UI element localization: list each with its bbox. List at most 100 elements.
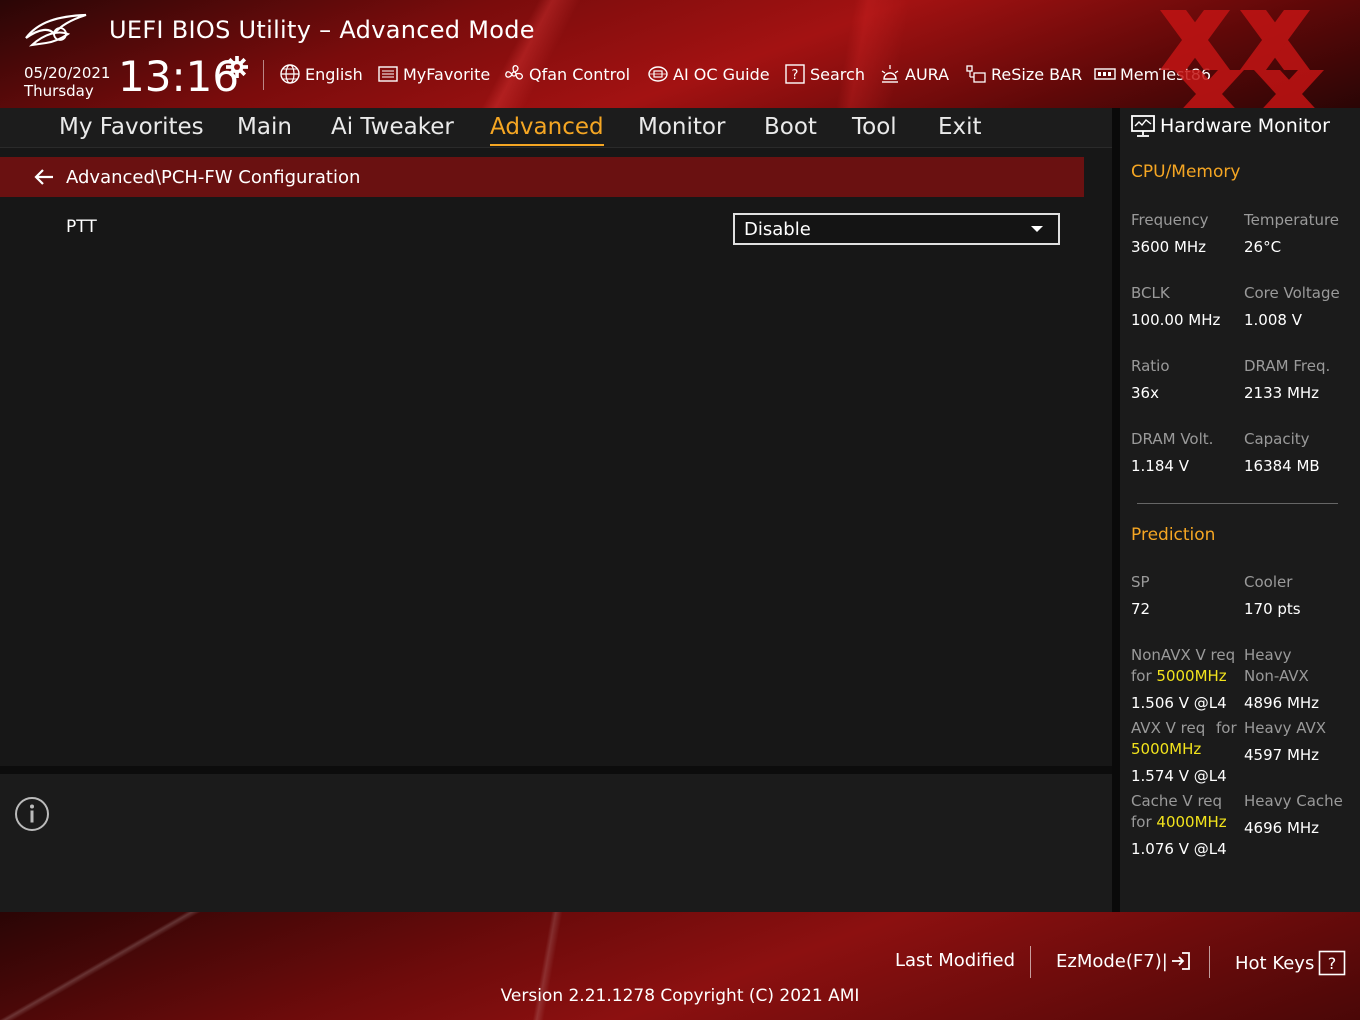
hw-section-divider [1137, 503, 1338, 504]
avx-freq-highlight: 5000MHz [1131, 740, 1202, 758]
date-text: 05/20/2021 [24, 64, 111, 82]
temperature-value: 26°C [1244, 238, 1282, 256]
exit-arrow-icon [1171, 952, 1190, 970]
heavy-avx-value: 4597 MHz [1244, 746, 1320, 764]
hardware-monitor-header: Hardware Monitor [1130, 114, 1330, 138]
monitor-icon [1131, 115, 1155, 137]
heavy-nonavx-label-2: Non-AVX [1244, 667, 1309, 685]
help-info-panel [0, 774, 1112, 912]
chip-icon [648, 66, 668, 82]
nonavx-vreq-value: 1.506 V @L4 [1131, 694, 1227, 712]
avx-vreq-for-label: for [1216, 719, 1237, 737]
breadcrumb-path: Advanced\PCH-FW Configuration [66, 166, 361, 188]
heavy-cache-label: Heavy Cache [1244, 792, 1343, 810]
cpu-memory-heading: CPU/Memory [1131, 162, 1241, 182]
dram-freq-label: DRAM Freq. [1244, 357, 1331, 375]
myfavorite-button[interactable]: MyFavorite [377, 62, 490, 86]
nonavx-vreq-for-label: for 5000MHz [1131, 666, 1227, 686]
ptt-dropdown-value: Disable [744, 218, 811, 240]
frequency-value: 3600 MHz [1131, 238, 1207, 256]
resize-bar-label: ReSize BAR [991, 64, 1083, 84]
aura-button[interactable]: AURA [879, 62, 949, 86]
panel-divider [0, 766, 1112, 774]
tab-main[interactable]: Main [237, 110, 292, 144]
globe-icon [280, 64, 300, 84]
heavy-nonavx-label-1: Heavy [1244, 646, 1292, 664]
core-voltage-value: 1.008 V [1244, 311, 1302, 329]
watermark-x-logo [1160, 10, 1324, 108]
tab-exit[interactable]: Exit [938, 110, 982, 144]
ptt-dropdown[interactable]: Disable [733, 213, 1060, 245]
last-modified-button[interactable]: Last Modified [895, 950, 1015, 971]
settings-panel: Advanced\PCH-FW Configuration PTT Disabl… [0, 148, 1112, 766]
tab-tool[interactable]: Tool [852, 110, 897, 144]
fan-icon [505, 65, 523, 80]
footer-divider [1030, 946, 1031, 978]
clock-display: 13:16 [118, 52, 240, 101]
search-button[interactable]: ? Search [784, 62, 865, 86]
avx-vreq-value: 1.574 V @L4 [1131, 767, 1227, 785]
version-text: Version 2.21.1278 Copyright (C) 2021 AMI [500, 986, 860, 1006]
capacity-label: Capacity [1244, 430, 1310, 448]
footer-divider [1209, 946, 1210, 978]
ratio-value: 36x [1131, 384, 1159, 402]
hot-keys-button[interactable]: Hot Keys ? [1235, 950, 1346, 976]
heavy-nonavx-value: 4896 MHz [1244, 694, 1320, 712]
search-label: Search [810, 64, 865, 84]
tab-my-favorites[interactable]: My Favorites [59, 110, 204, 144]
footer-bar: Last Modified EzMode(F7)| Hot Keys ? Ver… [0, 912, 1360, 1020]
cache-vreq-for-label: for 4000MHz [1131, 812, 1227, 832]
nonavx-vreq-label: NonAVX V req [1131, 646, 1236, 664]
avx-vreq-label: AVX V req [1131, 719, 1206, 737]
resize-bar-icon [966, 65, 986, 83]
tab-monitor[interactable]: Monitor [638, 110, 725, 144]
temperature-label: Temperature [1244, 211, 1340, 229]
cooler-label: Cooler [1244, 573, 1293, 591]
bclk-value: 100.00 MHz [1131, 311, 1221, 329]
tab-ai-tweaker[interactable]: Ai Tweaker [331, 110, 454, 144]
breadcrumb: Advanced\PCH-FW Configuration [0, 157, 1084, 197]
hot-keys-label: Hot Keys [1235, 952, 1315, 974]
resize-bar-button[interactable]: ReSize BAR [965, 62, 1082, 86]
core-voltage-label: Core Voltage [1244, 284, 1340, 302]
header-bar: UEFI BIOS Utility – Advanced Mode 05/20/… [0, 0, 1360, 108]
bclk-label: BCLK [1131, 284, 1170, 302]
svg-text:?: ? [792, 68, 799, 83]
question-box-icon: ? [1319, 950, 1346, 976]
day-text: Thursday [24, 82, 94, 100]
ezmode-button[interactable]: EzMode(F7)| [1056, 950, 1192, 972]
info-icon [15, 797, 49, 831]
qfan-control-label: Qfan Control [529, 64, 631, 84]
dram-freq-value: 2133 MHz [1244, 384, 1320, 402]
last-modified-label: Last Modified [895, 950, 1016, 971]
dram-volt-label: DRAM Volt. [1131, 430, 1214, 448]
cooler-value: 170 pts [1244, 600, 1301, 618]
qfan-control-button[interactable]: Qfan Control [503, 62, 630, 86]
tab-advanced[interactable]: Advanced [490, 110, 604, 146]
date-display: 05/20/2021 Thursday [24, 64, 110, 100]
cache-for-text: for [1131, 813, 1152, 831]
light-icon [881, 65, 899, 83]
app-title: UEFI BIOS Utility – Advanced Mode [109, 16, 535, 44]
prediction-heading: Prediction [1131, 525, 1216, 545]
hardware-monitor-panel: Hardware Monitor CPU/Memory Frequency 36… [1120, 108, 1360, 912]
main-tab-bar: My Favorites Main Ai Tweaker Advanced Mo… [0, 108, 1112, 148]
ratio-label: Ratio [1131, 357, 1170, 375]
hw-monitor-gap [1112, 108, 1120, 912]
sp-label: SP [1131, 573, 1150, 591]
ptt-setting-label: PTT [66, 217, 97, 237]
rog-logo-icon [25, 13, 87, 47]
ai-oc-guide-label: AI OC Guide [673, 64, 770, 84]
list-icon [378, 66, 398, 82]
language-button[interactable]: English [279, 62, 363, 86]
memory-icon [1094, 68, 1116, 80]
gear-icon[interactable] [226, 56, 248, 78]
frequency-label: Frequency [1131, 211, 1209, 229]
hardware-monitor-title: Hardware Monitor [1160, 115, 1330, 137]
capacity-value: 16384 MB [1244, 457, 1320, 475]
ezmode-label: EzMode(F7)| [1056, 950, 1168, 972]
back-arrow-icon[interactable] [32, 165, 56, 189]
nonavx-freq-highlight: 5000MHz [1156, 667, 1227, 685]
ai-oc-guide-button[interactable]: AI OC Guide [647, 62, 770, 86]
tab-boot[interactable]: Boot [764, 110, 817, 144]
